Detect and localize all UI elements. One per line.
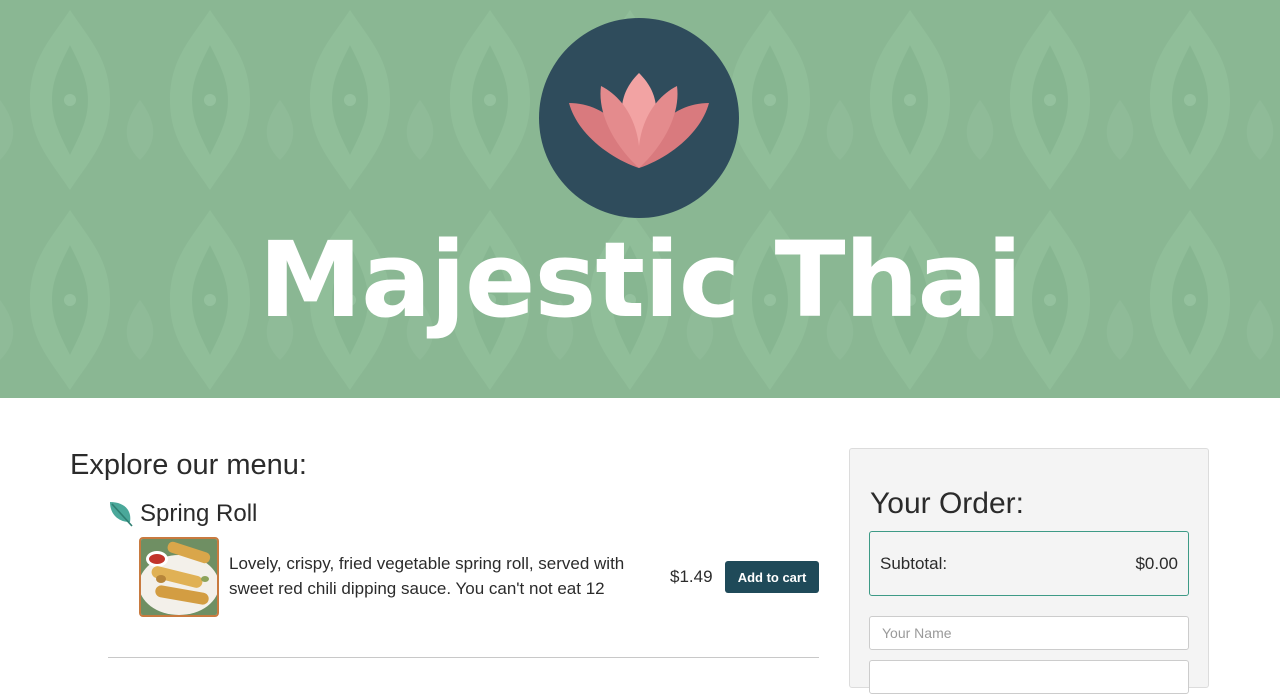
spring-roll-photo: [141, 539, 217, 615]
name-input[interactable]: [869, 616, 1189, 650]
order-title: Your Order:: [870, 487, 1024, 520]
menu-divider: [108, 657, 819, 658]
leaf-icon: [110, 502, 133, 527]
hero-banner: Majestic Thai: [0, 0, 1280, 398]
subtotal-label: Subtotal:: [880, 553, 948, 573]
lotus-icon: [569, 73, 709, 168]
logo: [539, 18, 739, 218]
add-to-cart-button[interactable]: Add to cart: [725, 561, 819, 593]
site-title: Majestic Thai: [258, 219, 1023, 341]
menu-item-image: [139, 537, 219, 617]
subtotal-box: Subtotal: $0.00: [869, 531, 1189, 596]
menu-item-header: Spring Roll: [108, 498, 257, 530]
menu-item-name: Spring Roll: [140, 500, 258, 527]
menu-heading: Explore our menu:: [70, 449, 307, 481]
next-input[interactable]: [869, 660, 1189, 694]
subtotal-value: $0.00: [1135, 553, 1178, 573]
menu-item-description: Lovely, crispy, fried vegetable spring r…: [229, 554, 625, 598]
menu-item-price: $1.49: [670, 567, 713, 586]
